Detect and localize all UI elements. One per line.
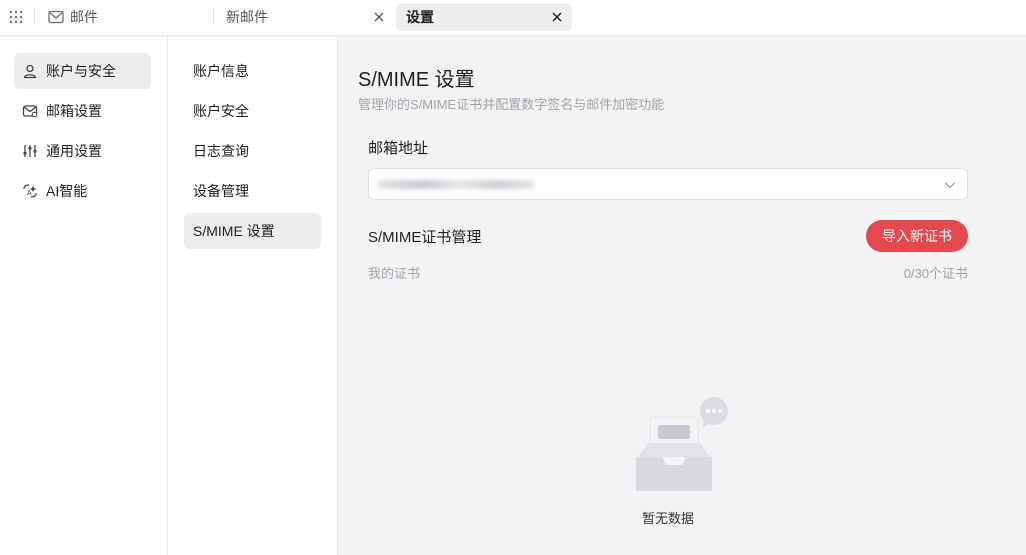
empty-inbox-illustration — [636, 397, 728, 491]
svg-text:A: A — [27, 190, 32, 197]
tab-new-mail[interactable]: 新邮件 — [216, 3, 394, 31]
nav-item-label: 账户与安全 — [46, 63, 116, 79]
subnav-item-device-management[interactable]: 设备管理 — [184, 173, 321, 209]
tab-settings-label: 设置 — [406, 9, 434, 25]
nav-item-mailbox-settings[interactable]: 邮箱设置 — [14, 93, 151, 129]
mailbox-address-select[interactable] — [368, 168, 968, 200]
subnav-item-smime-settings[interactable]: S/MIME 设置 — [184, 213, 321, 249]
page-subtitle: 管理你的S/MIME证书并配置数字签名与邮件加密功能 — [358, 97, 665, 112]
user-icon — [23, 64, 37, 79]
tab-bar: 邮件 新邮件 设置 — [0, 0, 1026, 36]
settings-category-nav: 账户与安全 邮箱设置 通用设置 A AI智能 — [0, 37, 168, 555]
tab-divider — [213, 8, 214, 24]
close-icon[interactable] — [372, 10, 386, 24]
smime-settings-panel: S/MIME 设置 管理你的S/MIME证书并配置数字签名与邮件加密功能 邮箱地… — [338, 37, 1026, 555]
chevron-down-icon — [945, 182, 955, 189]
empty-state-text: 暂无数据 — [641, 511, 694, 526]
subnav-item-account-info[interactable]: 账户信息 — [184, 53, 321, 89]
page-title: S/MIME 设置 — [358, 69, 475, 91]
tab-divider — [34, 8, 35, 24]
nav-item-account-security[interactable]: 账户与安全 — [14, 53, 151, 89]
tab-mail[interactable]: 邮件 — [40, 3, 210, 31]
redacted-email-value — [377, 180, 535, 189]
tab-new-mail-label: 新邮件 — [226, 9, 268, 25]
mailbox-icon — [22, 105, 38, 118]
sliders-icon — [23, 145, 37, 157]
nav-item-ai[interactable]: A AI智能 — [14, 173, 151, 209]
tab-settings[interactable]: 设置 — [396, 3, 572, 31]
import-certificate-button[interactable]: 导入新证书 — [866, 220, 968, 252]
close-icon[interactable] — [550, 10, 564, 24]
certificate-count: 0/30个证书 — [903, 266, 968, 281]
mail-settings-app: 邮件 新邮件 设置 账户与安全 邮箱设置 通用设置 A AI智能 账户信息 账户… — [0, 0, 1026, 555]
my-certificates-label: 我的证书 — [368, 266, 421, 281]
nav-item-label: 邮箱设置 — [46, 103, 102, 119]
tab-mail-label: 邮件 — [70, 9, 98, 25]
cert-management-title: S/MIME证书管理 — [368, 229, 482, 246]
ai-icon: A — [23, 184, 37, 198]
nav-item-label: AI智能 — [46, 183, 88, 199]
mail-icon — [48, 10, 64, 24]
settings-subnav: 账户信息 账户安全 日志查询 设备管理 S/MIME 设置 — [168, 37, 338, 555]
app-grid-icon[interactable] — [8, 9, 24, 25]
subnav-item-account-security[interactable]: 账户安全 — [184, 93, 321, 129]
nav-item-label: 通用设置 — [46, 143, 102, 159]
subnav-item-log-query[interactable]: 日志查询 — [184, 133, 321, 169]
mailbox-address-label: 邮箱地址 — [368, 140, 429, 157]
nav-item-general-settings[interactable]: 通用设置 — [14, 133, 151, 169]
